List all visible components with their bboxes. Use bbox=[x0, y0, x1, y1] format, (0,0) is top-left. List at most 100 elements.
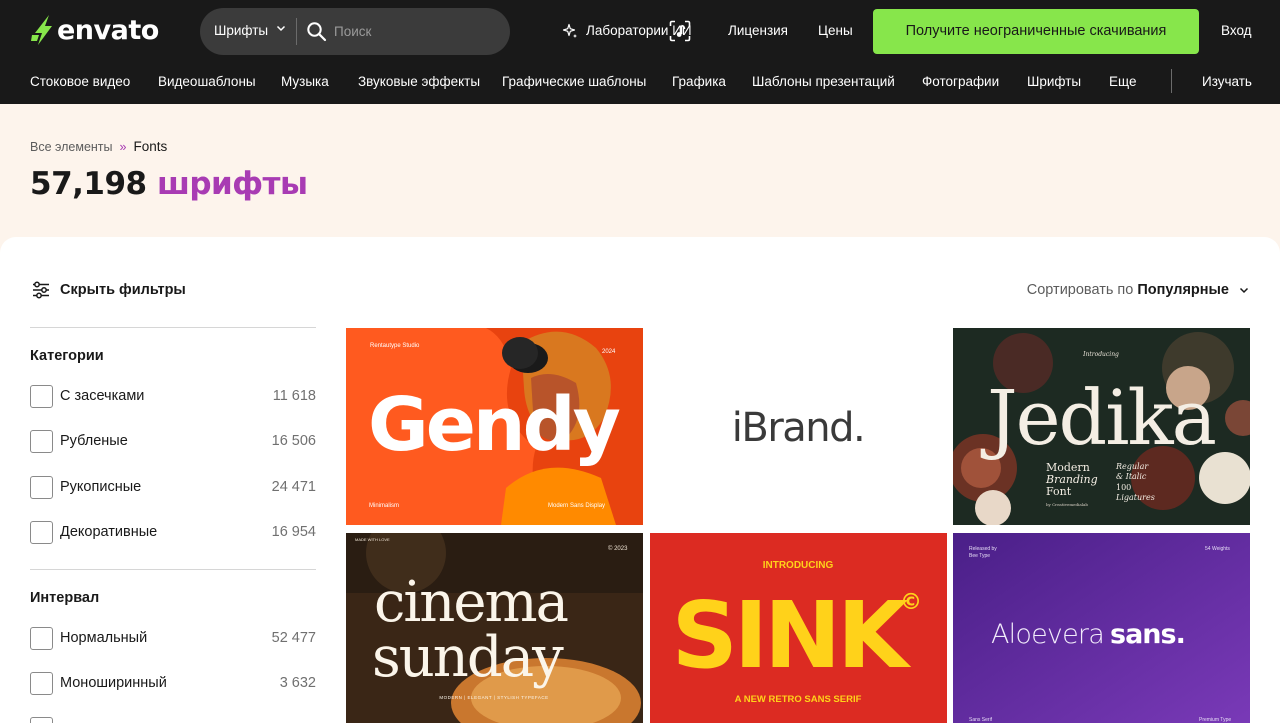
nav-license[interactable]: Лицензия bbox=[728, 23, 788, 38]
nav-ai-labs[interactable]: Лаборатории ИИ bbox=[586, 23, 692, 38]
sort-value: Популярные bbox=[1137, 282, 1229, 298]
card-side2: & Italic bbox=[1116, 472, 1147, 481]
breadcrumb: Все элементы » Fonts bbox=[30, 139, 167, 154]
card-year: © 2023 bbox=[608, 545, 628, 552]
card-title: iBrand. bbox=[732, 405, 864, 451]
filter-option-count: 11 618 bbox=[272, 388, 316, 404]
card-title: Jedika bbox=[980, 373, 1215, 462]
filter-option-label: С засечками bbox=[60, 388, 145, 404]
filter-option-count: 3 632 bbox=[279, 675, 316, 691]
filter-sliders-icon bbox=[33, 281, 49, 299]
category-link[interactable]: Музыка bbox=[281, 74, 329, 89]
category-link[interactable]: Шаблоны презентаций bbox=[752, 74, 895, 89]
filter-option-count: 16 954 bbox=[271, 524, 316, 540]
category-link[interactable]: Шрифты bbox=[1027, 74, 1081, 89]
card-title: Gendy bbox=[368, 382, 620, 468]
font-card-aloevera[interactable]: Released by Bee Type 54 Weights Aloevera… bbox=[953, 533, 1250, 723]
card-line3: Font bbox=[1046, 485, 1072, 498]
header-main-row: envato Шрифты Лаборатории ИИ bbox=[0, 0, 1280, 63]
card-overline: Introducing bbox=[1082, 351, 1119, 358]
aloevera-preview-image: Released by Bee Type 54 Weights Aloevera… bbox=[953, 533, 1250, 723]
search-input[interactable] bbox=[334, 19, 454, 43]
category-link[interactable]: Видеошаблоны bbox=[158, 74, 256, 89]
card-tag-left: Minimalism bbox=[369, 503, 399, 509]
card-tagline: MODERN | ELEGANT | STYLISH TYPEFACE bbox=[439, 695, 548, 700]
learn-link[interactable]: Изучать bbox=[1202, 74, 1252, 89]
category-link[interactable]: Звуковые эффекты bbox=[358, 74, 480, 89]
filter-option-count: 16 506 bbox=[271, 433, 316, 449]
jedika-preview-image: Introducing Jedika Modern Branding Font … bbox=[953, 328, 1250, 525]
filter-option-label: Декоративные bbox=[60, 524, 158, 540]
unlimited-downloads-button[interactable]: Получите неограниченные скачивания bbox=[873, 9, 1199, 54]
results-panel: Скрыть фильтры Сортировать по Популярные… bbox=[0, 237, 1280, 723]
sparkle-icon bbox=[562, 23, 577, 38]
search-icon[interactable] bbox=[306, 21, 327, 42]
envato-logo[interactable]: envato bbox=[30, 14, 159, 46]
filter-option[interactable]: С засечками 11 618 bbox=[30, 385, 316, 409]
filters-divider bbox=[30, 327, 316, 328]
card-side1: Regular bbox=[1115, 462, 1149, 471]
filter-option[interactable] bbox=[30, 717, 316, 723]
filter-option-count: 52 477 bbox=[271, 630, 316, 646]
card-year: 2024 bbox=[602, 349, 616, 355]
checkbox[interactable] bbox=[30, 627, 53, 650]
category-link[interactable]: Графические шаблоны bbox=[502, 74, 646, 89]
chevron-down-icon[interactable] bbox=[275, 22, 287, 34]
font-card-jedika[interactable]: Introducing Jedika Modern Branding Font … bbox=[953, 328, 1250, 525]
hide-filters-label: Скрыть фильтры bbox=[60, 282, 186, 298]
filter-option-label: Нормальный bbox=[60, 630, 148, 646]
filter-option-label: Рубленые bbox=[60, 433, 128, 449]
filters-divider bbox=[30, 569, 316, 570]
filter-option[interactable]: Рукописные 24 471 bbox=[30, 476, 316, 500]
card-side4: Ligatures bbox=[1115, 493, 1155, 502]
checkbox[interactable] bbox=[30, 672, 53, 695]
card-studio: Rentautype Studio bbox=[370, 343, 420, 349]
nav-divider bbox=[1171, 69, 1172, 93]
breadcrumb-root[interactable]: Все элементы bbox=[30, 140, 113, 154]
page-title: 57,198 шрифты bbox=[30, 166, 308, 202]
breadcrumb-current: Fonts bbox=[133, 139, 168, 154]
font-card-gendy[interactable]: Rentautype Studio 2024 Gendy Minimalism … bbox=[346, 328, 643, 525]
filter-group-title: Интервал bbox=[30, 590, 100, 606]
card-tag-left: Sans Serif bbox=[969, 717, 993, 723]
checkbox[interactable] bbox=[30, 385, 53, 408]
more-categories-link[interactable]: Еще bbox=[1109, 74, 1136, 89]
hide-filters-button[interactable]: Скрыть фильтры bbox=[31, 280, 186, 300]
logo-text: envato bbox=[57, 14, 159, 46]
login-link[interactable]: Вход bbox=[1221, 23, 1252, 38]
chevron-down-icon bbox=[1239, 287, 1249, 294]
breadcrumb-separator: » bbox=[119, 140, 127, 154]
results-count: 57,198 bbox=[30, 166, 147, 202]
filter-option-label: Моноширинный bbox=[60, 675, 167, 691]
font-card-cinema-sunday[interactable]: MADE WITH LOVE © 2023 cinema sunday MODE… bbox=[346, 533, 643, 723]
filter-option-label: Рукописные bbox=[60, 479, 142, 495]
checkbox[interactable] bbox=[30, 476, 53, 499]
checkbox[interactable] bbox=[30, 717, 53, 723]
sort-dropdown[interactable]: Сортировать по Популярные bbox=[1027, 282, 1250, 298]
nav-prices[interactable]: Цены bbox=[818, 23, 853, 38]
category-link[interactable]: Графика bbox=[672, 74, 726, 89]
search-divider bbox=[296, 18, 297, 45]
card-title: SINK bbox=[672, 582, 912, 689]
card-overline: INTRODUCING bbox=[763, 560, 834, 571]
card-title-light: Aloevera bbox=[991, 619, 1104, 650]
category-link[interactable]: Стоковое видео bbox=[30, 74, 130, 89]
filter-option[interactable]: Моноширинный 3 632 bbox=[30, 672, 316, 696]
filter-option[interactable]: Декоративные 16 954 bbox=[30, 521, 316, 545]
card-side3: 100 bbox=[1116, 483, 1131, 492]
category-link[interactable]: Фотографии bbox=[922, 74, 999, 89]
sink-preview-image: INTRODUCING SINK © A NEW RETRO SANS SERI… bbox=[650, 533, 947, 723]
card-tagline: A NEW RETRO SANS SERIF bbox=[735, 694, 862, 705]
filter-option[interactable]: Нормальный 52 477 bbox=[30, 627, 316, 651]
font-card-sink[interactable]: INTRODUCING SINK © A NEW RETRO SANS SERI… bbox=[650, 533, 947, 723]
card-studio: Bee Type bbox=[969, 553, 990, 559]
ibrand-preview-image: iBrand. bbox=[732, 405, 866, 451]
checkbox[interactable] bbox=[30, 521, 53, 544]
font-card-ibrand[interactable]: iBrand. bbox=[650, 328, 947, 525]
page-title-word: шрифты bbox=[156, 166, 308, 202]
category-nav: Стоковое видео Видеошаблоны Музыка Звуко… bbox=[0, 63, 1280, 104]
filter-option[interactable]: Рубленые 16 506 bbox=[30, 430, 316, 454]
search-category-select[interactable]: Шрифты bbox=[214, 23, 268, 38]
checkbox[interactable] bbox=[30, 430, 53, 453]
top-header: envato Шрифты Лаборатории ИИ bbox=[0, 0, 1280, 104]
